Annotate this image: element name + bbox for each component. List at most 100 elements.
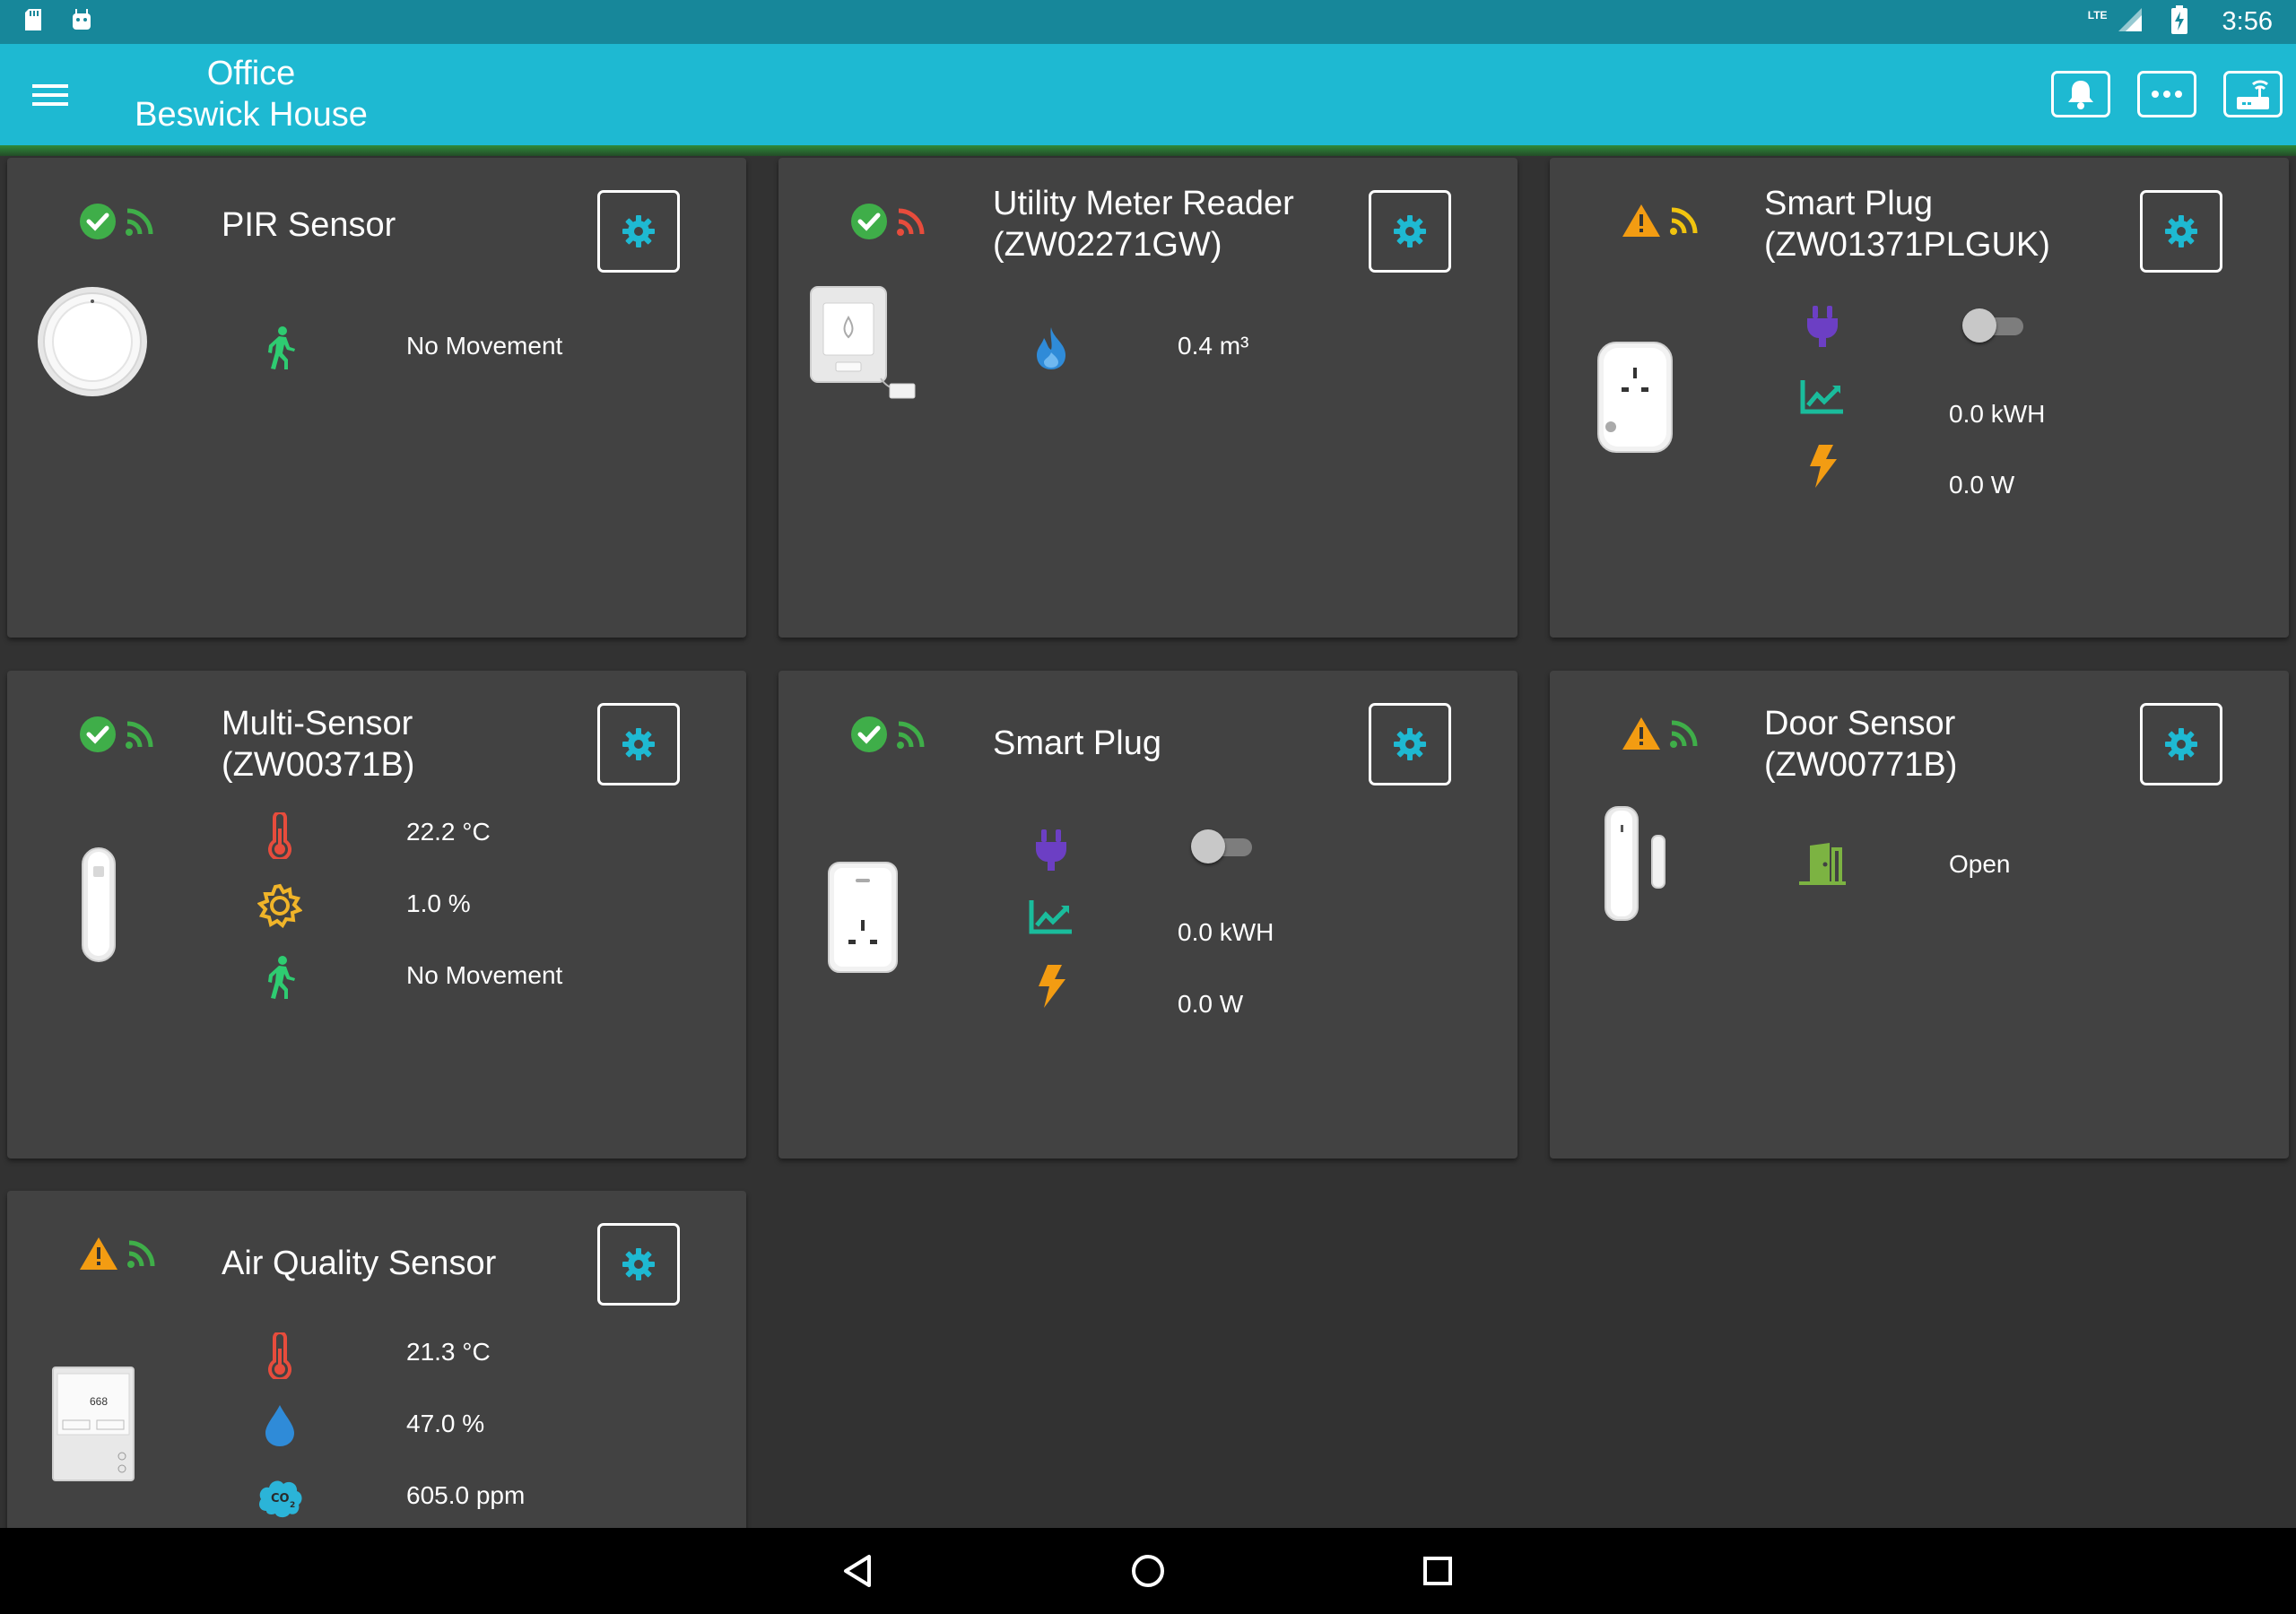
- title-block: Office Beswick House: [117, 53, 386, 135]
- back-icon: [844, 1555, 871, 1587]
- device-card-smart-plug-uk[interactable]: Smart Plug (ZW01371PLGUK) 0.0 kWH 0.0 W: [1550, 158, 2289, 638]
- brightness-gear-icon: [253, 879, 307, 933]
- settings-button[interactable]: [597, 1223, 680, 1306]
- air-quality-sensor-image: 668: [52, 1367, 135, 1481]
- device-card-utility-meter[interactable]: Utility Meter Reader (ZW02271GW) 0.4 m³: [778, 158, 1518, 638]
- device-card-multi-sensor[interactable]: Multi-Sensor (ZW00371B) 22.2 °C 1.0 % No…: [7, 671, 746, 1158]
- gear-icon: [1394, 728, 1426, 760]
- card-status: [79, 203, 158, 240]
- svg-text:2: 2: [290, 1501, 295, 1510]
- device-card-smart-plug[interactable]: Smart Plug 0.0 kWH 0.0 W: [778, 671, 1518, 1158]
- walking-person-icon: [253, 321, 307, 375]
- lightning-icon: [1796, 439, 1849, 493]
- page-subtitle: Beswick House: [135, 96, 368, 134]
- hub-button[interactable]: [2223, 71, 2283, 117]
- signal-strength-icon: [126, 721, 153, 749]
- settings-button[interactable]: [597, 703, 680, 785]
- signal-icon: [2115, 6, 2144, 38]
- card-status: [850, 716, 929, 753]
- signal-strength-icon: [127, 1240, 155, 1268]
- app-bar-accent: [0, 145, 2296, 156]
- plug-icon: [1796, 299, 1849, 353]
- card-status: [1622, 203, 1702, 239]
- card-status: [79, 716, 158, 753]
- plug-icon: [1024, 823, 1078, 877]
- menu-button[interactable]: [20, 71, 81, 119]
- multi-sensor-image: [74, 846, 124, 968]
- chart-line-icon: [1024, 889, 1078, 943]
- notifications-button[interactable]: [2051, 71, 2110, 117]
- reading-value: 0.0 W: [1949, 471, 2015, 499]
- router-icon: [2237, 80, 2269, 109]
- settings-button[interactable]: [2140, 703, 2222, 785]
- card-title: Utility Meter Reader (ZW02271GW): [993, 185, 1294, 264]
- more-horizontal-icon: [2152, 91, 2182, 98]
- gear-icon: [622, 215, 655, 247]
- clock: 3:56: [2222, 7, 2273, 36]
- card-title: Multi-Sensor (ZW00371B): [222, 705, 415, 784]
- reading-value: No Movement: [406, 961, 563, 989]
- chart-line-icon: [1796, 369, 1849, 423]
- check-circle-icon: [80, 204, 116, 239]
- page-title: Office: [206, 55, 296, 92]
- power-toggle[interactable]: [1191, 829, 1257, 864]
- toggle-thumb: [1191, 829, 1225, 863]
- card-title: Door Sensor (ZW00771B): [1764, 705, 1958, 784]
- home-button[interactable]: [1117, 1544, 1179, 1598]
- check-circle-icon: [851, 204, 887, 239]
- card-status: [850, 203, 929, 240]
- svg-text:CO: CO: [271, 1492, 290, 1506]
- settings-button[interactable]: [2140, 190, 2222, 273]
- smart-plug-image: [1596, 341, 1674, 458]
- device-card-pir-sensor[interactable]: PIR Sensor No Movement: [7, 158, 746, 638]
- pir-sensor-image: [36, 285, 149, 403]
- smart-plug-image: [827, 861, 899, 978]
- card-title: Smart Plug: [993, 725, 1161, 762]
- android-icon: [70, 8, 93, 36]
- more-button[interactable]: [2137, 71, 2196, 117]
- gear-icon: [622, 1248, 655, 1280]
- status-bar: LTE 3:56: [0, 0, 2296, 44]
- reading-value: No Movement: [406, 332, 563, 360]
- signal-strength-icon: [897, 208, 925, 236]
- co2-cloud-icon: CO 2: [253, 1471, 307, 1524]
- device-card-air-quality-sensor[interactable]: Air Quality Sensor 668 21.3 °C 47.0 % CO…: [7, 1191, 746, 1549]
- card-status: [1622, 716, 1702, 751]
- door-sensor-image: [1604, 805, 1675, 926]
- reading-value: 0.0 kWH: [1949, 400, 2046, 428]
- warning-icon: [1622, 204, 1660, 237]
- settings-button[interactable]: [1369, 190, 1451, 273]
- check-circle-icon: [851, 716, 887, 752]
- card-title: PIR Sensor: [222, 206, 396, 244]
- warning-icon: [1622, 717, 1660, 750]
- lightning-icon: [1024, 959, 1078, 1013]
- check-circle-icon: [80, 716, 116, 752]
- settings-button[interactable]: [1369, 703, 1451, 785]
- power-toggle[interactable]: [1962, 308, 2029, 343]
- reading-value: 0.4 m³: [1178, 332, 1249, 360]
- settings-button[interactable]: [597, 190, 680, 273]
- signal-strength-icon: [126, 208, 153, 236]
- reading-value: 0.0 kWH: [1178, 918, 1274, 946]
- system-nav-bar: [0, 1528, 2296, 1614]
- hamburger-icon: [32, 84, 68, 106]
- device-card-door-sensor[interactable]: Door Sensor (ZW00771B) Open: [1550, 671, 2289, 1158]
- app-bar: Office Beswick House: [0, 44, 2296, 145]
- warning-icon: [80, 1237, 117, 1270]
- back-button[interactable]: [827, 1544, 890, 1598]
- home-icon: [1132, 1555, 1164, 1587]
- gear-icon: [622, 728, 655, 760]
- reading-value: 47.0 %: [406, 1410, 485, 1437]
- reading-value: Open: [1949, 850, 2011, 878]
- signal-strength-icon: [1670, 720, 1698, 748]
- device-screen-value: 668: [90, 1395, 109, 1408]
- gear-icon: [2165, 728, 2197, 760]
- reading-value: 21.3 °C: [406, 1338, 491, 1366]
- battery-charging-icon: [2170, 5, 2188, 39]
- meter-reader-image: [809, 285, 926, 406]
- network-type-label: LTE: [2087, 8, 2108, 22]
- card-title: Smart Plug (ZW01371PLGUK): [1764, 185, 2050, 264]
- recents-button[interactable]: [1406, 1544, 1469, 1598]
- card-status: [79, 1236, 160, 1271]
- thermometer-icon: [253, 1329, 307, 1383]
